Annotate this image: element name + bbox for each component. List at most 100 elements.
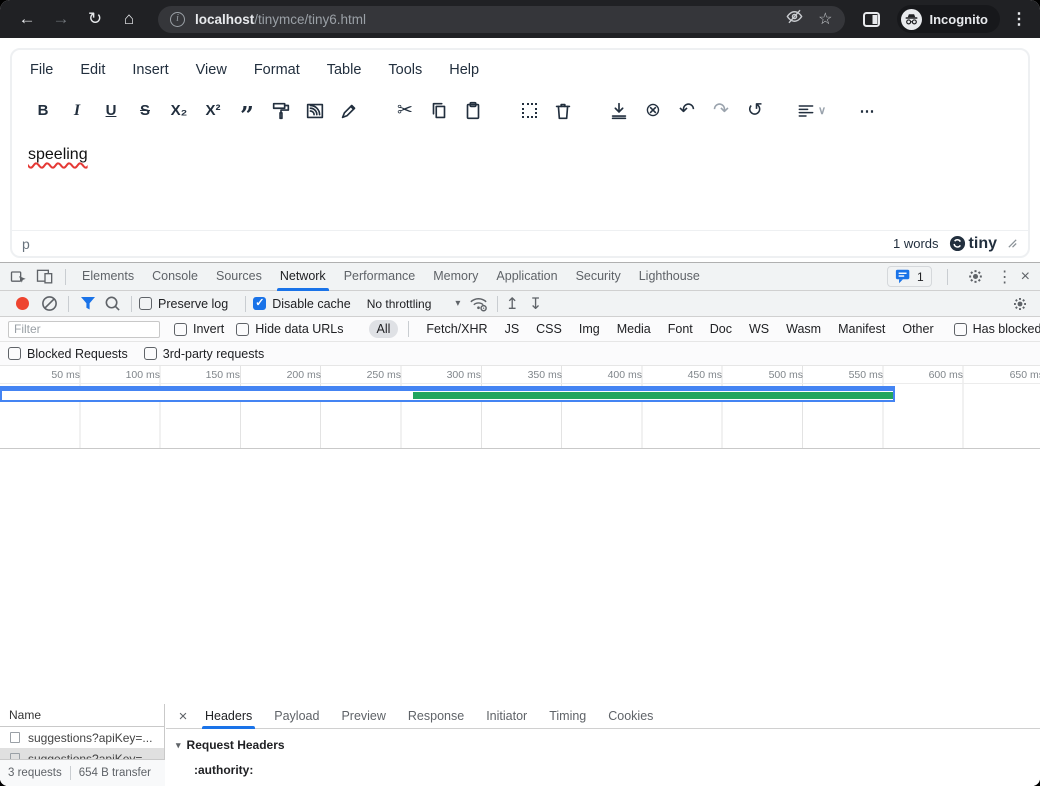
cut-button[interactable]: ✂ xyxy=(390,96,420,126)
menu-table[interactable]: Table xyxy=(327,62,362,78)
filter-type-media[interactable]: Media xyxy=(617,322,651,336)
delete-button[interactable] xyxy=(548,96,578,126)
tab-memory[interactable]: Memory xyxy=(424,263,487,291)
fill-frame-button[interactable] xyxy=(300,96,330,126)
back-icon[interactable]: ← xyxy=(12,4,42,34)
filter-type-doc[interactable]: Doc xyxy=(710,322,732,336)
third-party-checkbox[interactable] xyxy=(144,347,157,360)
bold-button[interactable]: B xyxy=(28,96,58,126)
tab-lighthouse[interactable]: Lighthouse xyxy=(630,263,709,291)
export-har-icon[interactable]: ↧ xyxy=(529,294,542,314)
filter-type-font[interactable]: Font xyxy=(668,322,693,336)
filter-type-css[interactable]: CSS xyxy=(536,322,562,336)
import-har-icon[interactable]: ↥ xyxy=(505,294,518,314)
subscript-button[interactable]: X₂ xyxy=(164,96,194,126)
inspect-element-icon[interactable] xyxy=(6,266,32,288)
detail-tab-cookies[interactable]: Cookies xyxy=(597,704,664,729)
timeline-selection[interactable] xyxy=(0,386,895,402)
request-row[interactable]: suggestions?apiKey=... xyxy=(0,727,164,748)
blocked-requests-checkbox[interactable] xyxy=(8,347,21,360)
detail-tab-preview[interactable]: Preview xyxy=(330,704,396,729)
invert-checkbox[interactable] xyxy=(174,323,187,336)
paste-button[interactable] xyxy=(458,96,488,126)
detail-tab-response[interactable]: Response xyxy=(397,704,475,729)
browser-menu-icon[interactable]: ⋮ xyxy=(1010,9,1028,29)
cancel-button[interactable]: ⊗ xyxy=(638,96,668,126)
filter-type-img[interactable]: Img xyxy=(579,322,600,336)
has-blocked-cookies-checkbox[interactable] xyxy=(954,323,967,336)
issues-button[interactable]: 1 xyxy=(887,266,932,287)
filter-funnel-icon[interactable] xyxy=(76,293,100,315)
export-button[interactable] xyxy=(604,96,634,126)
network-overview-timeline[interactable]: 50 ms 100 ms 150 ms 200 ms 250 ms 300 ms… xyxy=(0,366,1040,449)
forward-icon[interactable]: → xyxy=(46,4,76,34)
underline-button[interactable]: U xyxy=(96,96,126,126)
tab-security[interactable]: Security xyxy=(567,263,630,291)
profile-badge[interactable]: Incognito xyxy=(897,5,1001,33)
tab-elements[interactable]: Elements xyxy=(73,263,143,291)
detail-tab-headers[interactable]: Headers xyxy=(194,704,263,729)
word-count[interactable]: 1 words xyxy=(893,236,939,251)
clear-icon[interactable] xyxy=(37,293,61,315)
detail-tab-payload[interactable]: Payload xyxy=(263,704,330,729)
filter-type-other[interactable]: Other xyxy=(902,322,933,336)
permanent-pen-button[interactable] xyxy=(334,96,364,126)
strikethrough-button[interactable]: S xyxy=(130,96,160,126)
settings-gear-icon[interactable] xyxy=(963,266,989,288)
resize-handle-icon[interactable] xyxy=(1007,238,1018,249)
undo-button[interactable]: ↶ xyxy=(672,96,702,126)
tiny-branding[interactable]: tiny xyxy=(949,235,997,253)
select-all-button[interactable] xyxy=(514,96,544,126)
italic-button[interactable]: I xyxy=(62,96,92,126)
network-settings-gear-icon[interactable] xyxy=(1008,293,1032,315)
filter-type-fetch-xhr[interactable]: Fetch/XHR xyxy=(426,322,487,336)
hide-data-urls-checkbox[interactable] xyxy=(236,323,249,336)
record-button[interactable] xyxy=(16,297,29,310)
redo-button[interactable]: ↷ xyxy=(706,96,736,126)
detail-tab-initiator[interactable]: Initiator xyxy=(475,704,538,729)
menu-format[interactable]: Format xyxy=(254,62,300,78)
filter-type-manifest[interactable]: Manifest xyxy=(838,322,885,336)
detail-tab-timing[interactable]: Timing xyxy=(538,704,597,729)
restore-draft-button[interactable]: ↺ xyxy=(740,96,770,126)
device-toolbar-icon[interactable] xyxy=(32,266,58,288)
menu-tools[interactable]: Tools xyxy=(388,62,422,78)
element-path[interactable]: p xyxy=(22,236,30,252)
eye-off-icon[interactable] xyxy=(785,7,804,31)
preserve-log-checkbox[interactable] xyxy=(139,297,152,310)
tab-sources[interactable]: Sources xyxy=(207,263,271,291)
bookmark-star-icon[interactable]: ☆ xyxy=(818,9,832,29)
filter-type-ws[interactable]: WS xyxy=(749,322,769,336)
menu-file[interactable]: File xyxy=(30,62,53,78)
blockquote-button[interactable]: ” xyxy=(232,96,262,126)
side-panel-icon[interactable] xyxy=(857,4,887,34)
disable-cache-checkbox[interactable] xyxy=(253,297,266,310)
menu-help[interactable]: Help xyxy=(449,62,479,78)
reload-icon[interactable]: ↻ xyxy=(80,4,110,34)
filter-input[interactable] xyxy=(8,321,160,338)
format-painter-button[interactable] xyxy=(266,96,296,126)
menu-view[interactable]: View xyxy=(196,62,227,78)
address-bar[interactable]: i localhost/tinymce/tiny6.html ☆ xyxy=(158,6,845,33)
filter-type-js[interactable]: JS xyxy=(505,322,520,336)
tab-performance[interactable]: Performance xyxy=(335,263,425,291)
misspelled-word[interactable]: speeling xyxy=(28,146,88,163)
tab-application[interactable]: Application xyxy=(487,263,566,291)
align-button[interactable]: ∨ xyxy=(796,96,826,126)
superscript-button[interactable]: X² xyxy=(198,96,228,126)
editor-content[interactable]: speeling xyxy=(12,132,1028,230)
devtools-menu-icon[interactable]: ⋮ xyxy=(997,267,1013,287)
request-headers-section[interactable]: ▾ Request Headers xyxy=(176,738,1040,752)
name-column-header[interactable]: Name xyxy=(0,704,164,727)
site-info-icon[interactable]: i xyxy=(170,12,185,27)
tab-network[interactable]: Network xyxy=(271,263,335,291)
search-icon[interactable] xyxy=(100,293,124,315)
close-detail-icon[interactable]: × xyxy=(172,708,194,725)
throttling-select[interactable]: No throttling▾ xyxy=(367,297,461,311)
filter-type-all[interactable]: All xyxy=(369,320,399,338)
home-icon[interactable]: ⌂ xyxy=(114,4,144,34)
menu-edit[interactable]: Edit xyxy=(80,62,105,78)
tab-console[interactable]: Console xyxy=(143,263,207,291)
devtools-close-icon[interactable]: × xyxy=(1021,268,1030,286)
menu-insert[interactable]: Insert xyxy=(132,62,168,78)
